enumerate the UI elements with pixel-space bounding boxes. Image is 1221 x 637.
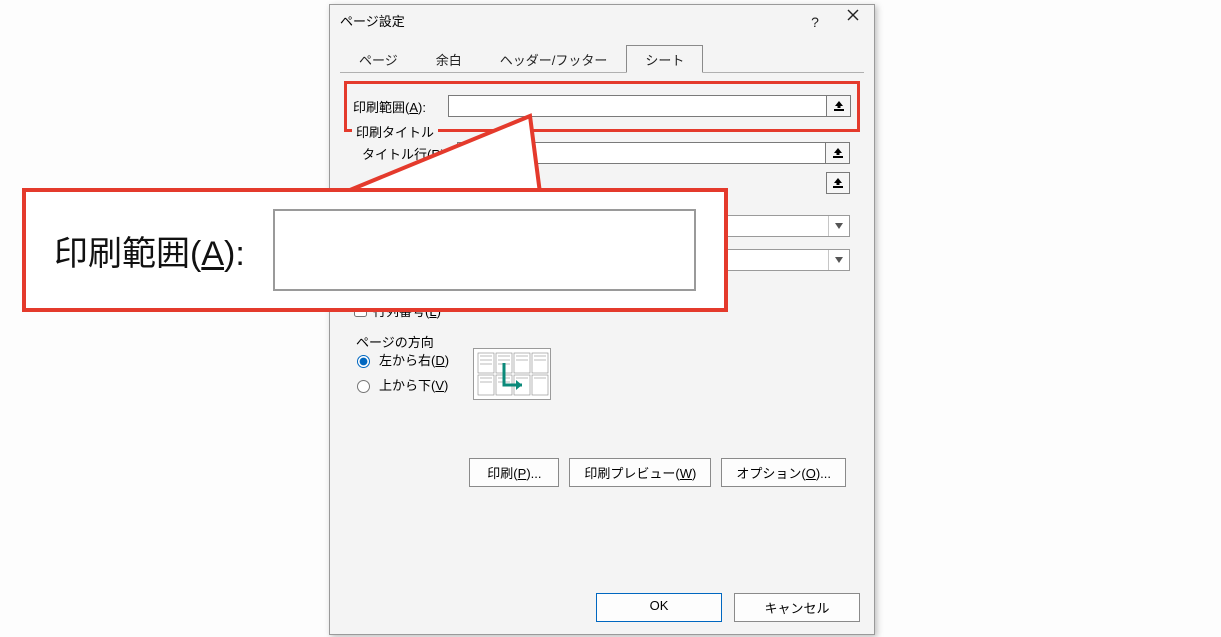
print-area-picker-button[interactable] [827, 95, 851, 117]
tab-header-footer[interactable]: ヘッダー/フッター [481, 45, 627, 72]
title-rows-picker-button[interactable] [826, 142, 850, 164]
direction-ttb-radio[interactable] [357, 380, 370, 393]
direction-ltr-radio[interactable] [357, 355, 370, 368]
close-button[interactable] [834, 9, 872, 35]
page-direction-group: ページの方向 左から右(D) 上から下(V) [344, 338, 860, 408]
window-title: ページ設定 [340, 14, 405, 29]
titlebar: ページ設定 ? [330, 5, 874, 39]
title-rows-row: タイトル行(R): [346, 140, 850, 166]
collapse-dialog-icon [832, 177, 844, 189]
direction-ltr-label: 左から右(D) [379, 350, 449, 369]
zoom-callout-label: 印刷範囲(A): [54, 226, 245, 275]
tab-page[interactable]: ページ [340, 45, 417, 72]
print-button[interactable]: 印刷(P)... [469, 458, 559, 487]
chevron-down-icon [835, 257, 843, 263]
ok-button[interactable]: OK [596, 593, 722, 622]
tab-sheet[interactable]: シート [626, 45, 703, 73]
cell-errors-combo-button[interactable] [828, 250, 849, 270]
tab-margins[interactable]: 余白 [417, 45, 481, 72]
cancel-button[interactable]: キャンセル [734, 593, 860, 622]
chevron-down-icon [835, 223, 843, 229]
collapse-dialog-icon [833, 100, 845, 112]
zoom-callout-input[interactable] [273, 209, 696, 291]
title-rows-input[interactable] [457, 142, 826, 164]
print-area-input[interactable] [448, 95, 827, 117]
tab-strip: ページ 余白 ヘッダー/フッター シート [340, 45, 864, 73]
page-order-preview [473, 348, 551, 400]
print-preview-button[interactable]: 印刷プレビュー(W) [569, 458, 711, 487]
print-titles-legend: 印刷タイトル [352, 122, 438, 141]
page-setup-dialog: ページ設定 ? ページ 余白 ヘッダー/フッター シート 印刷範囲(A): [329, 4, 875, 635]
comments-combo-button[interactable] [828, 216, 849, 236]
direction-ttb-label: 上から下(V) [379, 375, 448, 394]
help-button[interactable]: ? [796, 9, 834, 35]
print-area-row: 印刷範囲(A): [353, 93, 851, 119]
zoom-callout: 印刷範囲(A): [22, 188, 728, 312]
dialog-footer: OK キャンセル [596, 593, 860, 622]
title-cols-picker-button[interactable] [826, 172, 850, 194]
close-icon [847, 9, 859, 21]
print-area-label: 印刷範囲(A): [353, 97, 448, 116]
page-order-icon [474, 349, 550, 399]
print-buttons-row: 印刷(P)... 印刷プレビュー(W) オプション(O)... [344, 458, 860, 487]
collapse-dialog-icon [832, 147, 844, 159]
options-button[interactable]: オプション(O)... [721, 458, 846, 487]
page-direction-legend: ページの方向 [352, 332, 438, 351]
title-rows-label: タイトル行(R): [346, 144, 457, 163]
